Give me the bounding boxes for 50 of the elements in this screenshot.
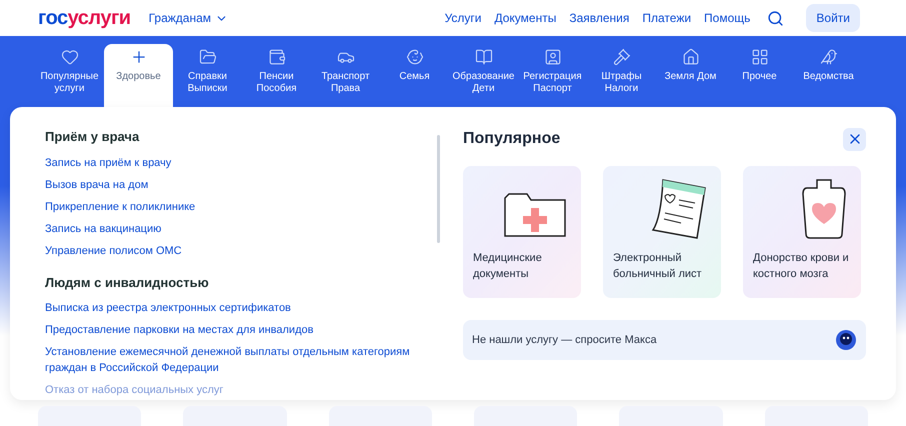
header-link[interactable]: Услуги xyxy=(444,9,482,27)
header-link[interactable]: Документы xyxy=(494,9,556,27)
ask-assistant-bar[interactable]: Не нашли услугу — спросите Макса xyxy=(463,320,866,360)
close-button[interactable] xyxy=(843,128,866,150)
category-tab[interactable]: Прочее xyxy=(725,44,794,107)
header-link[interactable]: Заявления xyxy=(569,9,630,27)
popular-card[interactable]: Медицинские документы xyxy=(463,166,581,298)
service-link[interactable]: Вызов врача на дом xyxy=(45,176,425,192)
category-tab[interactable]: Образование Дети xyxy=(449,44,518,107)
service-link[interactable]: Запись на приём к врачу xyxy=(45,154,425,170)
section-heading: Приём у врача xyxy=(45,128,140,146)
gavel-icon xyxy=(612,48,630,66)
header-link[interactable]: Платежи xyxy=(642,9,692,27)
id-card-icon xyxy=(544,48,562,66)
service-link[interactable]: Установление ежемесячной денежной выплаты отдельным категориям граждан в Российской Федерации xyxy=(45,344,425,376)
book-icon xyxy=(474,48,492,66)
category-tab[interactable]: Пенсии Пособия xyxy=(242,44,311,107)
logo[interactable]: госуслуги xyxy=(38,8,131,28)
folder-icon xyxy=(198,48,216,66)
category-tab[interactable]: Штрафы Налоги xyxy=(587,44,656,107)
category-tab[interactable]: Ведомства xyxy=(794,44,863,107)
category-tab[interactable]: Регистрация Паспорт xyxy=(518,44,587,107)
wallet-icon xyxy=(268,48,286,66)
popular-card[interactable]: Электронный больничный лист xyxy=(603,166,721,298)
category-tab[interactable]: Популярные услуги xyxy=(35,44,104,107)
login-button[interactable]: Войти xyxy=(806,4,860,32)
popular-heading: Популярное xyxy=(463,129,560,149)
category-tab[interactable]: Земля Дом xyxy=(656,44,725,107)
bird-icon xyxy=(820,48,838,66)
category-tab[interactable]: Справки Выписки xyxy=(173,44,242,107)
section-heading: Людям с инвалидностью xyxy=(45,274,210,292)
category-tab[interactable]: Здоровье xyxy=(104,44,173,107)
service-link[interactable]: Прикрепление к поликлинике xyxy=(45,198,425,214)
grid-icon xyxy=(750,48,768,66)
service-link[interactable]: Выписка из реестра электронных сертификатов xyxy=(45,300,425,316)
header-link[interactable]: Помощь xyxy=(704,9,750,27)
service-link[interactable]: Предоставление парковки на местах для инвалидов xyxy=(45,322,425,338)
service-link[interactable]: Запись на вакцинацию xyxy=(45,220,425,236)
heart-icon xyxy=(60,48,78,66)
service-link[interactable]: Управление полисом ОМС xyxy=(45,242,425,258)
baby-icon xyxy=(406,48,424,66)
category-tab[interactable]: Семья xyxy=(380,44,449,107)
category-tab[interactable]: Транспорт Права xyxy=(311,44,380,107)
search-icon[interactable] xyxy=(767,10,784,26)
audience-dropdown[interactable]: Гражданам xyxy=(148,9,228,27)
document-sheet-drawing xyxy=(651,178,707,240)
robot-avatar-icon xyxy=(835,329,857,351)
popular-card[interactable]: Донорство крови и костного мозга xyxy=(743,166,861,298)
blood-bag-drawing xyxy=(801,178,847,240)
house-icon xyxy=(682,48,700,66)
